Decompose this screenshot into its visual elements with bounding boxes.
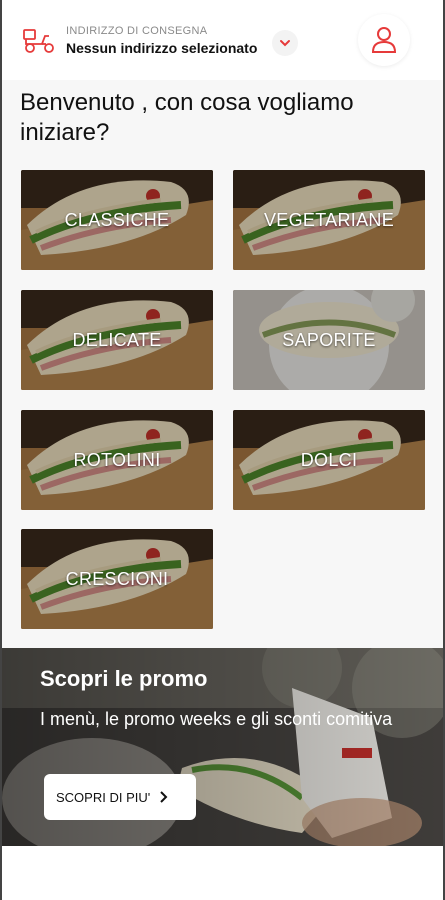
chevron-down-icon — [280, 40, 290, 47]
category-label: SAPORITE — [282, 329, 376, 350]
category-tile-saporite[interactable]: SAPORITE — [233, 290, 425, 390]
category-label: DOLCI — [300, 449, 358, 470]
discover-more-label: SCOPRI DI PIU' — [56, 789, 151, 805]
category-label: DELICATE — [72, 329, 162, 350]
user-icon — [371, 27, 397, 53]
delivery-address[interactable]: INDIRIZZO DI CONSEGNA Nessun indirizzo s… — [66, 25, 257, 57]
category-tile-delicate[interactable]: DELICATE — [21, 290, 213, 390]
screen: INDIRIZZO DI CONSEGNA Nessun indirizzo s… — [0, 0, 445, 900]
category-label: CRESCIONI — [65, 568, 169, 589]
scooter-icon — [23, 29, 54, 53]
category-tile-crescioni[interactable]: CRESCIONI — [21, 529, 213, 629]
bottom-area — [2, 846, 443, 900]
discover-more-button[interactable]: SCOPRI DI PIU' — [44, 774, 196, 820]
chevron-right-icon — [160, 791, 168, 803]
address-label: INDIRIZZO DI CONSEGNA — [66, 25, 208, 37]
category-tile-dolci[interactable]: DOLCI — [233, 410, 425, 510]
category-label: CLASSICHE — [64, 209, 170, 230]
address-dropdown-button[interactable] — [272, 30, 298, 56]
address-value: Nessun indirizzo selezionato — [66, 40, 258, 56]
welcome-heading: Benvenuto , con cosa vogliamo iniziare? — [20, 89, 354, 146]
header: INDIRIZZO DI CONSEGNA Nessun indirizzo s… — [0, 0, 445, 80]
account-button[interactable] — [358, 14, 410, 66]
promo-description: I menù, le promo weeks e gli sconti comi… — [40, 709, 393, 729]
category-label: VEGETARIANE — [264, 209, 394, 230]
promo-title: Scopri le promo — [40, 666, 208, 691]
category-label: ROTOLINI — [73, 449, 161, 470]
promo-banner[interactable]: Scopri le promo I menù, le promo weeks e… — [2, 648, 443, 846]
category-tile-vegetariane[interactable]: VEGETARIANE — [233, 170, 425, 270]
category-tile-rotolini[interactable]: ROTOLINI — [21, 410, 213, 510]
category-tile-classiche[interactable]: CLASSICHE — [21, 170, 213, 270]
